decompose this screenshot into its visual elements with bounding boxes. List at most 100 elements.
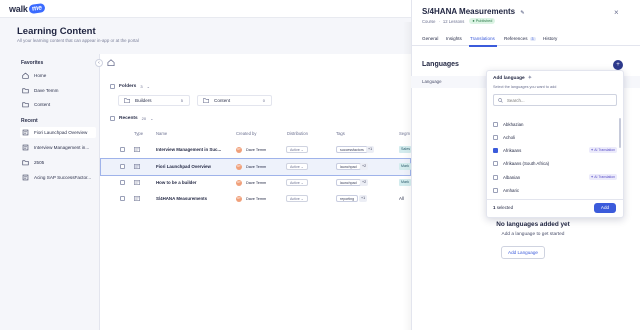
- column-header-distribution[interactable]: Distribution: [287, 131, 308, 136]
- dropdown-title-text: Add language: [493, 75, 525, 81]
- list-item[interactable]: Abkhazian: [493, 118, 617, 130]
- empty-state-title: No languages added yet: [496, 221, 570, 228]
- tab-references[interactable]: References 3: [504, 36, 536, 41]
- home-icon[interactable]: [107, 59, 115, 66]
- add-language-button[interactable]: Add Language: [501, 246, 545, 259]
- search-icon: [498, 97, 503, 103]
- article-icon: [22, 129, 29, 136]
- article-icon: [22, 144, 29, 151]
- course-icon: [134, 164, 140, 169]
- row-creator: Dave Temm: [246, 164, 267, 169]
- tag-chip: reporting: [336, 195, 359, 202]
- more-tags-chip[interactable]: +2: [360, 179, 369, 186]
- folder-card-builders[interactable]: Builders 5: [118, 95, 190, 106]
- recents-select-all-checkbox[interactable]: [110, 116, 115, 121]
- row-name[interactable]: Interview Management in Suc...: [156, 147, 226, 152]
- edit-pencil-icon[interactable]: ✎: [520, 10, 524, 16]
- list-item[interactable]: Amharic: [493, 184, 617, 196]
- walkme-logo[interactable]: walk me: [9, 2, 46, 15]
- language-checkbox-checked[interactable]: [493, 147, 498, 153]
- search-input[interactable]: [507, 97, 607, 103]
- row-name[interactable]: Fiori Launchpad Overview: [156, 164, 226, 169]
- add-language-plus-button[interactable]: +: [613, 60, 623, 70]
- language-label: Afrikaans: [503, 147, 522, 153]
- tag-chip: launchpad: [336, 163, 361, 170]
- list-item[interactable]: Afrikaans ✦ AI Translation: [493, 144, 617, 156]
- chevron-down-icon[interactable]: ⌄: [150, 116, 153, 121]
- tab-translations[interactable]: Translations: [470, 36, 495, 41]
- home-icon: [22, 72, 29, 79]
- tab-history[interactable]: History: [543, 36, 557, 41]
- chevron-down-icon[interactable]: ⌄: [147, 84, 150, 89]
- list-item[interactable]: Acholi: [493, 131, 617, 143]
- row-creator: Dave Temm: [246, 196, 267, 201]
- folder-count: 0: [262, 98, 265, 103]
- table-row[interactable]: S/4HANA Measurements DT Dave Temm Active…: [100, 190, 411, 208]
- tab-insights[interactable]: Insights: [446, 36, 462, 41]
- folders-section-header[interactable]: Folders 3 ⌄: [110, 84, 150, 89]
- folder-card-content[interactable]: Content 0: [197, 95, 272, 106]
- row-checkbox[interactable]: [120, 147, 125, 152]
- dropdown-scrollbar[interactable]: [619, 118, 621, 148]
- language-checkbox[interactable]: [493, 174, 498, 180]
- distribution-dropdown[interactable]: Active ⌄: [286, 146, 308, 153]
- row-name[interactable]: S/4HANA Measurements: [156, 196, 226, 201]
- more-tags-chip[interactable]: +1: [359, 195, 368, 202]
- language-checkbox[interactable]: [493, 187, 498, 193]
- more-tags-chip[interactable]: +1: [366, 146, 375, 153]
- folder-count: 5: [180, 98, 183, 103]
- row-checkbox[interactable]: [120, 180, 125, 185]
- sidebar-item-2505[interactable]: 2505: [20, 157, 96, 168]
- column-header-tags[interactable]: Tags: [336, 131, 345, 136]
- language-checkbox[interactable]: [493, 160, 498, 166]
- page-subtitle: All your learning content that can appea…: [17, 38, 139, 43]
- table-row[interactable]: Interview Management in Suc... DT Dave T…: [100, 141, 411, 159]
- row-checkbox[interactable]: [120, 164, 125, 169]
- row-checkbox[interactable]: [120, 196, 125, 201]
- sidebar-item-fiori-launchpad[interactable]: Fiori Launchpad Overview: [20, 127, 96, 138]
- folder-icon: [22, 160, 29, 166]
- folders-select-all-checkbox[interactable]: [110, 84, 115, 89]
- sidebar-item-content[interactable]: Content: [20, 99, 96, 110]
- distribution-value: Active: [290, 148, 300, 152]
- distribution-value: Active: [290, 181, 300, 185]
- sidebar-item-dave-temm[interactable]: Dave Temm: [20, 85, 96, 96]
- distribution-dropdown[interactable]: Active ⌄: [286, 163, 308, 170]
- distribution-dropdown[interactable]: Active ⌄: [286, 179, 308, 186]
- plus-icon: +: [616, 62, 620, 68]
- row-creator: Dave Temm: [246, 180, 267, 185]
- list-item[interactable]: Afrikaans (South Africa): [493, 157, 617, 169]
- distribution-dropdown[interactable]: Active ⌄: [286, 195, 308, 202]
- list-item[interactable]: Albanian ✦ AI Translation: [493, 171, 617, 183]
- row-creator: Dave Temm: [246, 147, 267, 152]
- panel-kind: Course: [422, 18, 436, 24]
- column-header-name[interactable]: Name: [156, 131, 167, 136]
- status-badge: ● Published: [469, 18, 496, 24]
- column-header-type[interactable]: Type: [134, 131, 143, 136]
- row-name[interactable]: How to be a builder: [156, 180, 226, 185]
- language-label: Afrikaans (South Africa): [503, 160, 550, 166]
- column-header-created-by[interactable]: Created by: [236, 131, 256, 136]
- language-checkbox[interactable]: [493, 134, 498, 140]
- collapse-sidebar-button[interactable]: ‹: [95, 59, 103, 67]
- folder-icon: [22, 102, 29, 108]
- selected-count-label: selected: [496, 205, 514, 210]
- sidebar-item-interview-management[interactable]: Interview Management in...: [20, 142, 96, 153]
- dropdown-title: Add language ✦: [493, 75, 532, 81]
- favorites-heading: Favorites: [21, 60, 44, 66]
- recents-label: Recents: [119, 116, 138, 121]
- sidebar-item-acing-sap[interactable]: Acing SAP SuccessFactor...: [20, 172, 96, 183]
- recent-heading: Recent: [21, 118, 38, 124]
- more-tags-chip[interactable]: +2: [360, 163, 369, 170]
- recents-section-header[interactable]: Recents 20 ⌄: [110, 116, 153, 121]
- language-checkbox[interactable]: [493, 121, 498, 127]
- logo-word: walk: [9, 3, 28, 14]
- tab-general[interactable]: General: [422, 36, 438, 41]
- language-label: Acholi: [503, 134, 515, 140]
- language-search-field[interactable]: [493, 94, 617, 106]
- close-icon[interactable]: ×: [614, 8, 619, 17]
- sidebar-item-home[interactable]: Home: [20, 70, 96, 81]
- add-button[interactable]: Add: [594, 203, 616, 213]
- ai-translation-badge: ✦ AI Translation: [588, 147, 617, 153]
- language-column-header: Language: [422, 79, 442, 84]
